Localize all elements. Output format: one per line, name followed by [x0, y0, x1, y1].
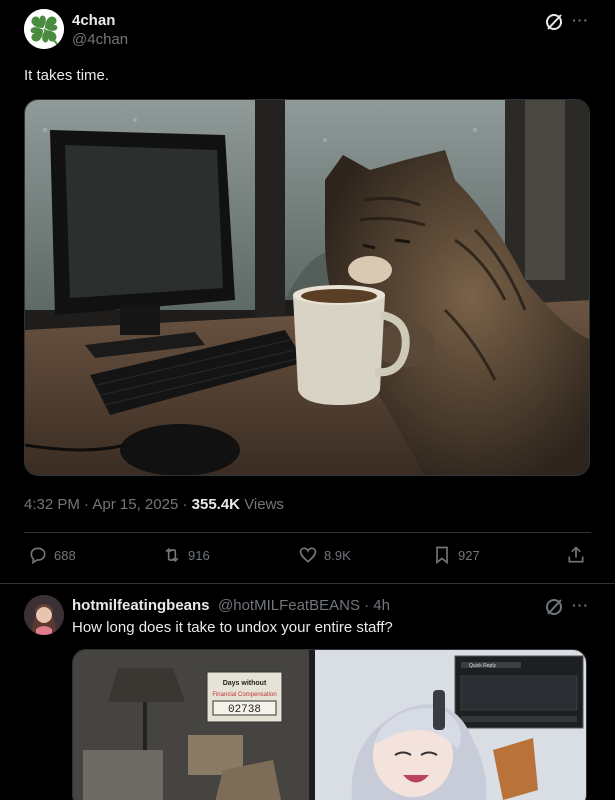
cat-with-coffee-photo — [25, 100, 589, 475]
anime-comic-image: Days without Financial Compensation 0273… — [73, 650, 586, 800]
repost-button[interactable]: 916 — [162, 544, 210, 566]
main-post[interactable]: 4chan @4chan ··· It takes time. 4:32 PM … — [0, 0, 615, 584]
grok-icon[interactable] — [544, 597, 564, 617]
bookmark-icon — [436, 546, 448, 565]
author-handle[interactable]: @4chan — [72, 31, 128, 48]
repost-icon — [165, 547, 179, 563]
like-button[interactable]: 8.9K — [298, 544, 351, 566]
post-date[interactable]: Apr 15, 2025 — [92, 496, 178, 513]
quick-reply-label: Quick Reply — [469, 663, 496, 669]
reply-button[interactable]: 688 — [28, 544, 76, 566]
clover-logo-icon — [24, 9, 64, 49]
share-icon — [568, 546, 584, 563]
reply-author-handle[interactable]: @hotMILFeatBEANS — [218, 597, 360, 614]
post-text: It takes time. — [24, 67, 110, 84]
views-label: Views — [244, 496, 284, 513]
reply-image[interactable]: Days without Financial Compensation 0273… — [72, 649, 587, 800]
meta-separator: · — [182, 496, 192, 513]
views-count: 355.4K — [191, 496, 241, 513]
reply-author-name[interactable]: hotmilfeatingbeans — [72, 597, 210, 614]
sign-title: Days without — [223, 680, 267, 687]
author-avatar[interactable] — [24, 9, 64, 49]
reply-age[interactable]: 4h — [373, 597, 390, 614]
reply-text: How long does it take to undox your enti… — [72, 619, 393, 636]
bookmark-count: 927 — [458, 547, 480, 563]
reply-post[interactable]: hotmilfeatingbeans @hotMILFeatBEANS · 4h… — [0, 585, 615, 800]
reply-author-avatar[interactable] — [24, 595, 64, 635]
share-button[interactable] — [566, 544, 592, 566]
avatar-image — [24, 595, 64, 635]
sign-counter: 02738 — [228, 704, 261, 716]
more-icon[interactable]: ··· — [572, 597, 589, 613]
sign-subtitle: Financial Compensation — [212, 692, 276, 698]
post-meta: 4:32 PM · Apr 15, 2025 · 355.4K Views — [24, 496, 284, 513]
divider — [24, 532, 591, 533]
like-icon — [299, 547, 317, 563]
post-image[interactable] — [24, 99, 590, 476]
reply-count: 688 — [54, 547, 76, 563]
reply-author-meta: @hotMILFeatBEANS · 4h — [218, 597, 390, 614]
more-icon[interactable]: ··· — [572, 12, 589, 28]
like-count: 8.9K — [324, 547, 351, 563]
bookmark-button[interactable]: 927 — [432, 544, 480, 566]
repost-count: 916 — [188, 547, 210, 563]
reply-icon — [30, 547, 46, 565]
post-time[interactable]: 4:32 PM — [24, 496, 80, 513]
author-name[interactable]: 4chan — [72, 12, 115, 29]
meta-separator: · — [364, 597, 374, 614]
grok-icon[interactable] — [544, 12, 564, 32]
